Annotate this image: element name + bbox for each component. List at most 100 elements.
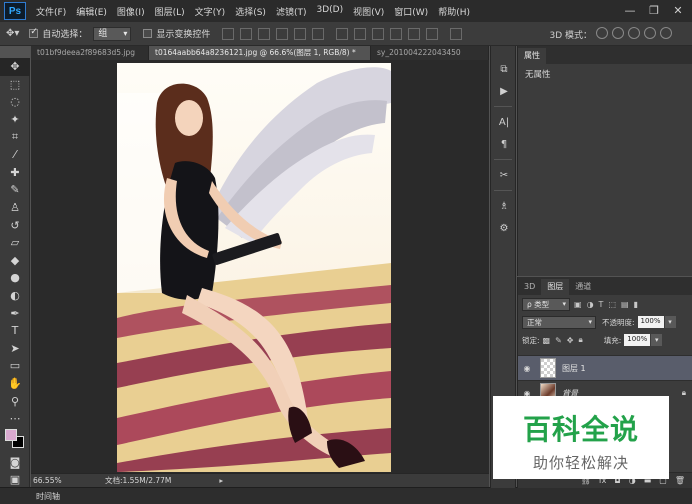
menu-image[interactable]: 图像(I): [117, 5, 145, 18]
menu-select[interactable]: 选择(S): [235, 5, 266, 18]
align-hcenter-icon[interactable]: [294, 27, 307, 40]
align-bottom-icon[interactable]: [258, 27, 271, 40]
close-button[interactable]: ✕: [668, 2, 688, 18]
filter-smart-object-icon[interactable]: ▤: [621, 300, 629, 309]
menu-help[interactable]: 帮助(H): [438, 5, 470, 18]
stamp-tool-icon[interactable]: ♙: [0, 199, 30, 217]
lock-transparent-icon[interactable]: ▩: [543, 336, 551, 345]
move-tool-icon[interactable]: ✥▾: [6, 28, 19, 39]
brush-presets-icon[interactable]: ⚙: [491, 217, 517, 239]
menu-type[interactable]: 文字(Y): [195, 5, 226, 18]
tab-3d[interactable]: 3D: [518, 279, 541, 295]
layer-filter-dropdown[interactable]: ρ 类型: [522, 297, 570, 311]
type-tool-icon[interactable]: T: [0, 322, 30, 340]
path-selection-tool-icon[interactable]: ➤: [0, 340, 30, 358]
blur-tool-icon[interactable]: ●: [0, 269, 30, 287]
distribute-bottom-icon[interactable]: [372, 27, 385, 40]
lock-pixels-icon[interactable]: ✎: [555, 336, 562, 345]
move-tool-icon[interactable]: ✥: [0, 58, 30, 76]
crop-tool-icon[interactable]: ⌗: [0, 128, 30, 146]
layers-panel-tabs: 3D 图层 通道: [518, 277, 692, 295]
tool-presets-icon[interactable]: ✂: [491, 164, 517, 186]
zoom-tool-icon[interactable]: ⚲: [0, 392, 30, 410]
align-right-icon[interactable]: [312, 27, 325, 40]
eraser-tool-icon[interactable]: ▱: [0, 234, 30, 252]
filter-shape-icon[interactable]: ⬚: [608, 300, 616, 309]
brush-tool-icon[interactable]: ✎: [0, 181, 30, 199]
menu-file[interactable]: 文件(F): [36, 5, 66, 18]
menu-window[interactable]: 窗口(W): [394, 5, 428, 18]
shape-tool-icon[interactable]: ▭: [0, 357, 30, 375]
filter-type-icon[interactable]: T: [599, 300, 604, 309]
align-top-icon[interactable]: [222, 27, 235, 40]
filter-toggle-icon[interactable]: ▮: [634, 300, 638, 309]
menu-edit[interactable]: 编辑(E): [76, 5, 107, 18]
visibility-eye-icon[interactable]: ◉: [518, 364, 536, 373]
hand-tool-icon[interactable]: ✋: [0, 375, 30, 393]
opacity-arrow-icon[interactable]: ▾: [664, 316, 676, 328]
menu-3d[interactable]: 3D(D): [316, 5, 343, 18]
filter-pixel-icon[interactable]: ▣: [574, 300, 582, 309]
show-transform-checkbox[interactable]: [143, 29, 153, 38]
align-left-icon[interactable]: [276, 27, 289, 40]
tab-document-1[interactable]: t01bf9deea2f89683d5.jpg: [31, 46, 149, 60]
3d-slide-icon[interactable]: [644, 27, 656, 39]
distribute-vcenter-icon[interactable]: [354, 27, 367, 40]
filter-adjustment-icon[interactable]: ◑: [587, 300, 594, 309]
delete-layer-icon[interactable]: 🗑︎: [675, 476, 685, 485]
actions-panel-icon[interactable]: ▶: [491, 80, 517, 102]
document-image[interactable]: [117, 63, 391, 472]
healing-brush-tool-icon[interactable]: ✚: [0, 164, 30, 182]
lock-all-icon[interactable]: 🔒︎: [579, 335, 583, 345]
distribute-left-icon[interactable]: [390, 27, 403, 40]
tab-layers[interactable]: 图层: [541, 279, 570, 295]
restore-button[interactable]: ❐: [644, 2, 664, 18]
auto-align-icon[interactable]: [450, 27, 463, 40]
tab-document-3[interactable]: sy_201004222043450: [371, 46, 489, 60]
auto-select-checkbox[interactable]: [29, 27, 39, 38]
history-panel-icon[interactable]: ⧉: [491, 58, 517, 80]
3d-roll-icon[interactable]: [612, 27, 624, 39]
properties-panel: 属性 无属性: [517, 46, 692, 276]
tab-properties[interactable]: 属性: [518, 48, 546, 64]
blend-opacity-row: 正常 不透明度: 100% ▾: [518, 313, 692, 331]
marquee-tool-icon[interactable]: ⬚: [0, 76, 30, 94]
3d-rotate-icon[interactable]: [596, 27, 608, 39]
lock-position-icon[interactable]: ✥: [567, 336, 574, 345]
distribute-right-icon[interactable]: [426, 27, 439, 40]
menu-view[interactable]: 视图(V): [353, 5, 384, 18]
lasso-tool-icon[interactable]: ◌: [0, 93, 30, 111]
minimize-button[interactable]: —: [620, 2, 640, 18]
dodge-tool-icon[interactable]: ◐: [0, 287, 30, 305]
tab-document-2[interactable]: t0164aabb64a8236121.jpg @ 66.6%(图层 1, RG…: [149, 46, 371, 60]
layer-row[interactable]: ◉ 图层 1: [518, 355, 692, 380]
magic-wand-tool-icon[interactable]: ✦: [0, 111, 30, 129]
opacity-input[interactable]: 100%: [637, 316, 664, 328]
fill-arrow-icon[interactable]: ▾: [651, 334, 663, 346]
3d-scale-icon[interactable]: [660, 27, 672, 39]
blend-mode-dropdown[interactable]: 正常: [522, 315, 596, 329]
distribute-hcenter-icon[interactable]: [408, 27, 421, 40]
window-controls: — ❐ ✕: [616, 2, 688, 18]
character-panel-icon[interactable]: A|: [491, 111, 517, 133]
menu-filter[interactable]: 滤镜(T): [276, 5, 307, 18]
paragraph-panel-icon[interactable]: ¶: [491, 133, 517, 155]
eyedropper-tool-icon[interactable]: ⁄: [0, 146, 30, 164]
tool-more-icon[interactable]: ⋯: [0, 410, 30, 428]
3d-pan-icon[interactable]: [628, 27, 640, 39]
menu-layer[interactable]: 图层(L): [155, 5, 185, 18]
tab-channels[interactable]: 通道: [569, 279, 597, 295]
auto-select-dropdown[interactable]: 组: [93, 26, 132, 41]
fill-input[interactable]: 100%: [624, 334, 651, 346]
history-brush-tool-icon[interactable]: ↺: [0, 216, 30, 234]
clone-source-icon[interactable]: ♗: [491, 195, 517, 217]
zoom-level-field[interactable]: 66.55%: [33, 476, 67, 485]
align-vcenter-icon[interactable]: [240, 27, 253, 40]
quick-mask-icon[interactable]: ◙: [0, 453, 30, 471]
status-arrow-icon[interactable]: ▸: [219, 476, 223, 485]
pen-tool-icon[interactable]: ✒: [0, 304, 30, 322]
timeline-tab[interactable]: 时间轴: [36, 491, 60, 502]
paint-bucket-tool-icon[interactable]: ◆: [0, 252, 30, 270]
distribute-top-icon[interactable]: [336, 27, 349, 40]
foreground-color-swatch[interactable]: [5, 429, 17, 442]
